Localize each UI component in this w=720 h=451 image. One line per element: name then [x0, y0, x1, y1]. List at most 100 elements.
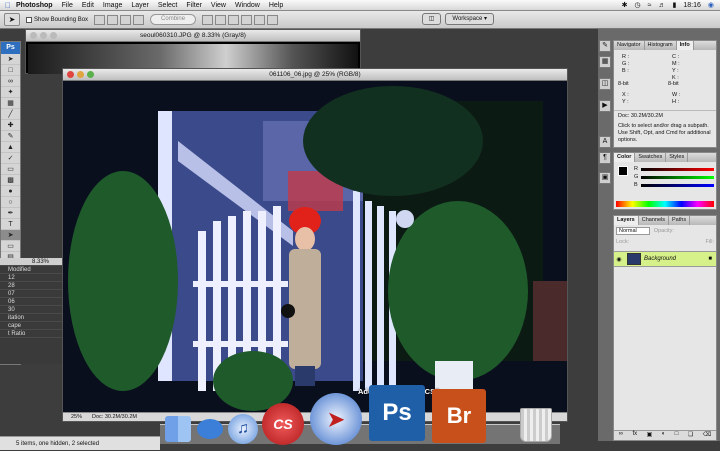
align-right-icon[interactable]: [267, 14, 279, 25]
minimize-button[interactable]: [77, 71, 84, 78]
clone-source-icon[interactable]: ▣: [599, 172, 611, 184]
new-group-icon[interactable]: □: [675, 431, 679, 440]
tool-presets-icon[interactable]: ▦: [599, 56, 611, 68]
tab-channels[interactable]: Channels: [639, 216, 669, 225]
menu-select[interactable]: Select: [158, 2, 177, 9]
align-middle-icon[interactable]: [215, 14, 227, 25]
exclude-shape-icon[interactable]: [133, 14, 145, 25]
slider-g[interactable]: [641, 175, 714, 179]
mini-row-5[interactable]: 06: [0, 298, 62, 306]
link-layers-icon[interactable]: ∞: [619, 431, 623, 440]
menu-image[interactable]: Image: [103, 2, 122, 9]
menu-layer[interactable]: Layer: [131, 2, 149, 9]
pen-tool-icon[interactable]: ✒: [1, 208, 20, 219]
close-button[interactable]: [67, 71, 74, 78]
mini-row-9[interactable]: t Ratio: [0, 330, 62, 338]
apple-icon[interactable]: : [0, 1, 16, 10]
paragraph-icon[interactable]: ¶: [599, 152, 611, 164]
photo-canvas[interactable]: Adobe Photoshop CS3: [63, 81, 567, 412]
tab-color[interactable]: Color: [614, 153, 636, 162]
new-layer-icon[interactable]: ❏: [688, 431, 693, 440]
tab-styles[interactable]: Styles: [666, 153, 689, 162]
crop-tool-icon[interactable]: ▦: [1, 98, 20, 109]
align-center-icon[interactable]: [254, 14, 266, 25]
tab-swatches[interactable]: Swatches: [635, 153, 667, 162]
zoom-button[interactable]: [50, 32, 57, 39]
tab-layers[interactable]: Layers: [614, 216, 639, 225]
menu-file[interactable]: File: [62, 2, 73, 9]
mini-row-2[interactable]: 12: [0, 274, 62, 282]
mini-row-7[interactable]: itation: [0, 314, 62, 322]
ichat-icon[interactable]: [196, 416, 224, 442]
layer-row-background[interactable]: ◉ Background ■: [614, 251, 716, 267]
shape-tool-icon[interactable]: ▭: [1, 241, 20, 252]
color-spectrum-ramp[interactable]: [616, 201, 714, 207]
menu-view[interactable]: View: [211, 2, 226, 9]
clock-icon[interactable]: ◷: [635, 1, 641, 9]
delete-layer-icon[interactable]: ⌫: [703, 431, 711, 440]
adjustment-layer-icon[interactable]: ◐: [662, 431, 666, 440]
mini-row-4[interactable]: 07: [0, 290, 62, 298]
align-left-icon[interactable]: [241, 14, 253, 25]
checkbox-box[interactable]: [26, 16, 32, 23]
character-icon[interactable]: A: [599, 136, 611, 148]
close-button[interactable]: [30, 32, 37, 39]
minimize-button[interactable]: [40, 32, 47, 39]
menu-filter[interactable]: Filter: [186, 2, 202, 9]
mini-row-8[interactable]: cape: [0, 322, 62, 330]
subtract-shape-icon[interactable]: [107, 14, 119, 25]
healing-brush-icon[interactable]: ✚: [1, 120, 20, 131]
wifi-icon[interactable]: ≈: [648, 2, 652, 9]
menu-edit[interactable]: Edit: [82, 2, 94, 9]
mini-row-1[interactable]: Modified: [0, 266, 62, 274]
clock-time[interactable]: 18:16: [683, 2, 701, 9]
color-fg-swatch[interactable]: [618, 166, 628, 176]
marquee-tool-icon[interactable]: □: [1, 65, 20, 76]
move-tool-icon[interactable]: ➤: [1, 54, 20, 65]
tab-navigator[interactable]: Navigator: [614, 41, 645, 50]
doc-zoom-level[interactable]: 25%: [71, 414, 82, 420]
intersect-shape-icon[interactable]: [120, 14, 132, 25]
tab-histogram[interactable]: Histogram: [645, 41, 677, 50]
workspace-menu[interactable]: Workspace ▾: [445, 13, 494, 25]
layer-style-icon[interactable]: fx: [632, 431, 637, 440]
align-bottom-icon[interactable]: [228, 14, 240, 25]
path-select-icon[interactable]: ➤: [1, 230, 20, 241]
palette-well-button[interactable]: ◫: [421, 13, 442, 25]
tab-info[interactable]: Info: [676, 41, 694, 50]
battery-icon[interactable]: ▮: [673, 1, 677, 9]
layer-comps-icon[interactable]: ◫: [599, 78, 611, 90]
combine-button[interactable]: Combine: [150, 14, 197, 25]
mini-row-3[interactable]: 28: [0, 282, 62, 290]
zoom-button[interactable]: [87, 71, 94, 78]
type-tool-icon[interactable]: T: [1, 219, 20, 230]
finder-icon[interactable]: [165, 416, 191, 442]
mini-row-6[interactable]: 30: [0, 306, 62, 314]
slider-r[interactable]: [640, 167, 714, 171]
bridge-icon[interactable]: Br: [432, 389, 486, 443]
trash-icon[interactable]: [520, 408, 552, 442]
adobe-cs-icon[interactable]: CS: [262, 403, 304, 445]
volume-icon[interactable]: ♬: [659, 2, 666, 9]
slider-b[interactable]: [640, 183, 714, 187]
lasso-tool-icon[interactable]: ∞: [1, 76, 20, 87]
history-brush-icon[interactable]: ✓: [1, 153, 20, 164]
tab-paths[interactable]: Paths: [669, 216, 691, 225]
eye-icon[interactable]: ◉: [614, 256, 624, 263]
app-menu[interactable]: Photoshop: [16, 2, 53, 9]
show-bounding-box-checkbox[interactable]: Show Bounding Box: [26, 16, 88, 23]
layer-mask-icon[interactable]: ▣: [647, 431, 653, 440]
itunes-icon[interactable]: ♫: [228, 414, 258, 444]
actions-icon[interactable]: ▶: [599, 100, 611, 112]
spotlight-icon[interactable]: ◉: [708, 1, 714, 9]
menu-window[interactable]: Window: [235, 2, 260, 9]
bluetooth-icon[interactable]: ✱: [622, 1, 628, 9]
safari-icon[interactable]: ➤: [310, 393, 362, 445]
clone-stamp-icon[interactable]: ▲: [1, 142, 20, 153]
gradient-tool-icon[interactable]: ▩: [1, 175, 20, 186]
doc-front-titlebar[interactable]: 061106_06.jpg @ 25% (RGB/8): [63, 69, 567, 81]
tool-preset-picker[interactable]: ➤: [4, 13, 20, 26]
menu-help[interactable]: Help: [269, 2, 283, 9]
photoshop-icon[interactable]: Ps: [369, 385, 425, 441]
align-top-icon[interactable]: [202, 14, 214, 25]
